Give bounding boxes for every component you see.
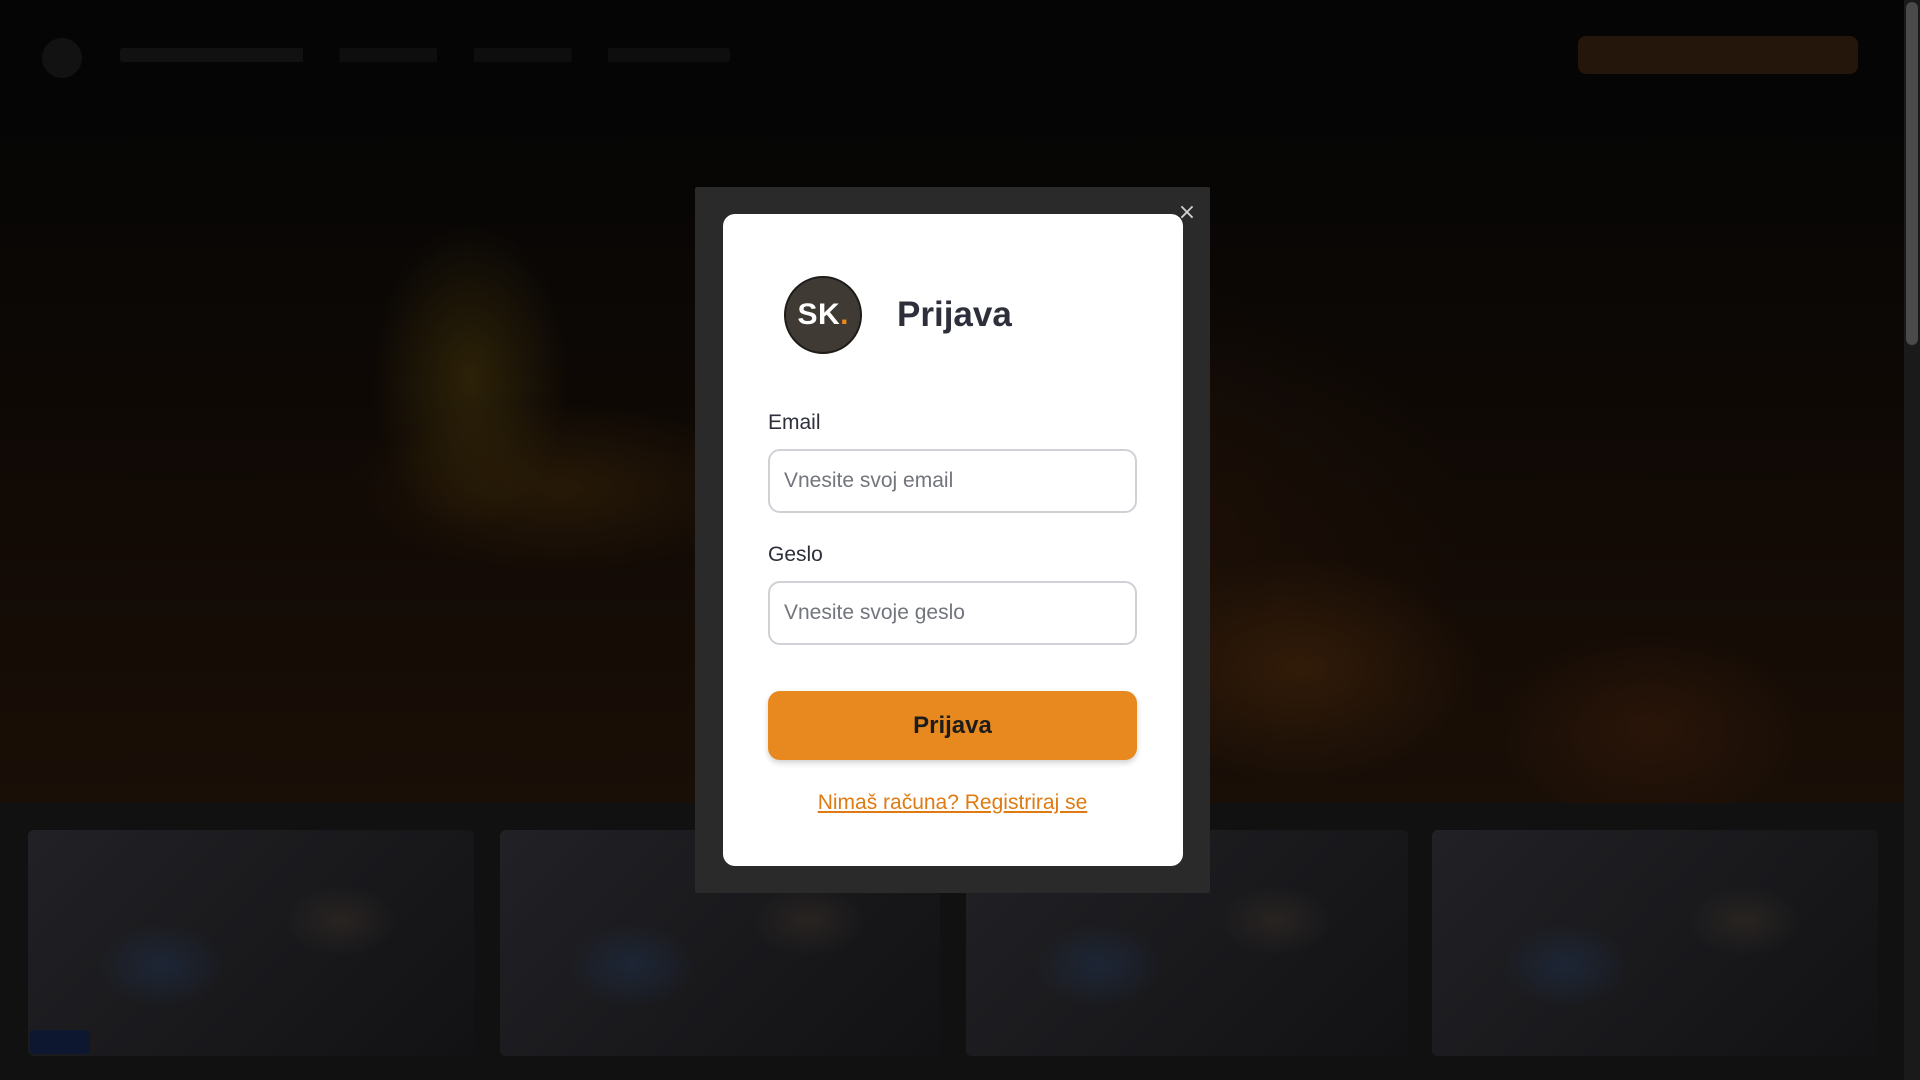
- password-field[interactable]: [768, 581, 1137, 645]
- modal-title: Prijava: [897, 295, 1012, 334]
- login-button[interactable]: Prijava: [768, 691, 1137, 760]
- card-badge: [30, 1030, 90, 1054]
- logo-dot: .: [840, 298, 849, 331]
- site-nav: [120, 48, 730, 62]
- sk-logo: SK.: [784, 276, 862, 354]
- gallery-card: [28, 830, 474, 1056]
- register-link[interactable]: Nimaš računa? Registriraj se: [768, 788, 1137, 818]
- gallery-card: [1432, 830, 1878, 1056]
- email-field[interactable]: [768, 449, 1137, 513]
- email-label: Email: [768, 411, 821, 434]
- site-cta-button: [1578, 36, 1858, 74]
- scrollbar-thumb[interactable]: [1906, 2, 1918, 345]
- site-logo: [42, 38, 82, 78]
- logo-text: SK: [797, 298, 841, 331]
- password-label: Geslo: [768, 543, 823, 566]
- site-header: [0, 0, 1904, 108]
- page: × SK. Prijava Email Geslo Prijava Nimaš …: [0, 0, 1920, 1080]
